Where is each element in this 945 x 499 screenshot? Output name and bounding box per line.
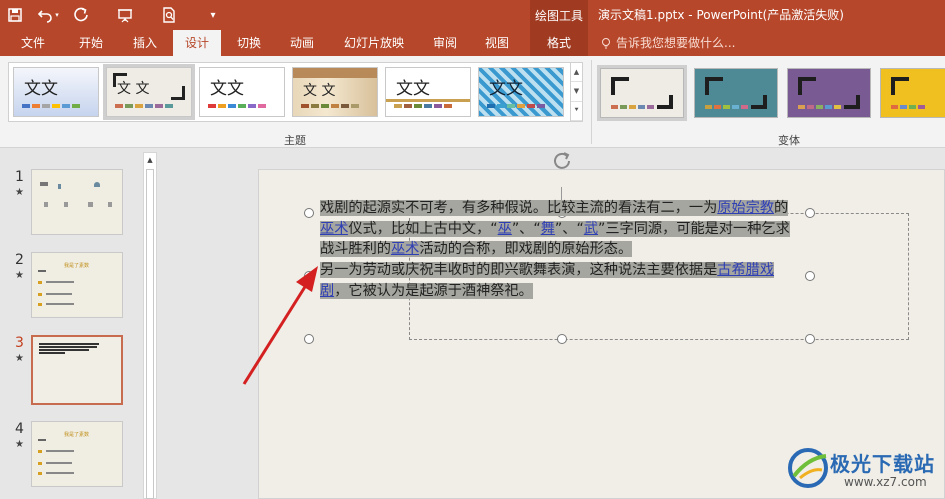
hyperlink[interactable]: 巫术 xyxy=(320,220,349,237)
tab-home[interactable]: 开始 xyxy=(70,30,112,56)
drawing-tools-context-label: 绘图工具 xyxy=(530,0,588,30)
star-icon: ★ xyxy=(15,353,24,364)
star-icon: ★ xyxy=(15,439,24,450)
save-icon[interactable] xyxy=(0,0,30,30)
variant-4[interactable] xyxy=(880,68,945,118)
hyperlink[interactable]: 巫 xyxy=(497,220,512,237)
resize-handle-bottom[interactable] xyxy=(557,334,567,344)
tab-format[interactable]: 格式 xyxy=(530,30,588,56)
tab-slideshow[interactable]: 幻灯片放映 xyxy=(338,30,410,56)
theme-office[interactable]: 文文 xyxy=(13,67,99,117)
document-title: 演示文稿1.pptx - PowerPoint(产品激活失败) xyxy=(598,8,844,22)
tab-design[interactable]: 设计 xyxy=(173,30,221,56)
star-icon: ★ xyxy=(15,187,24,198)
slide-thumbnail-1[interactable] xyxy=(31,169,123,235)
title-bar: ▾ ▾ 绘图工具 演示文稿1.pptx - PowerPoint(产品激活失败) xyxy=(0,0,945,30)
theme-sample-text: 文 文 xyxy=(117,81,150,97)
variant-3[interactable] xyxy=(787,68,871,118)
slide-thumb-title: 我是了素数 xyxy=(64,263,90,269)
gallery-more-icon[interactable]: ⯆ xyxy=(571,102,582,121)
resize-handle-top-right[interactable] xyxy=(805,208,815,218)
hyperlink[interactable]: 舞 xyxy=(540,220,555,237)
text-run: 活动的合称，即戏剧的原始形态。 xyxy=(419,241,633,258)
theme-pattern[interactable]: 文文 xyxy=(478,67,564,117)
slide-number: 1 xyxy=(15,169,24,185)
text-run: 另一为劳动或庆祝丰收时的即兴歌舞表演，这种说法主要依据是 xyxy=(320,262,718,279)
resize-handle-top-left[interactable] xyxy=(304,208,314,218)
tab-file[interactable]: 文件 xyxy=(12,30,54,56)
ribbon-separator xyxy=(591,60,592,144)
themes-gallery: 文文 文 文 文文 文 文 文文 文文 ▲ ▼ ⯆ xyxy=(8,62,583,122)
watermark-logo-icon xyxy=(788,448,828,488)
watermark-name: 极光下载站 xyxy=(830,452,935,476)
theme-plain[interactable]: 文文 xyxy=(199,67,285,117)
gallery-scroll: ▲ ▼ ⯆ xyxy=(570,63,582,121)
resize-handle-right[interactable] xyxy=(805,271,815,281)
hyperlink[interactable]: 武 xyxy=(583,220,599,237)
slide-number: 2 xyxy=(15,252,24,268)
slide-thumb-row-2[interactable]: 2 ★ 我是了素数 xyxy=(0,252,140,322)
themes-group-label: 主题 xyxy=(284,134,306,147)
tab-animations[interactable]: 动画 xyxy=(281,30,323,56)
tab-transitions[interactable]: 切换 xyxy=(228,30,270,56)
variants-group-label: 变体 xyxy=(778,134,800,147)
quick-access-toolbar: ▾ ▾ xyxy=(0,0,228,30)
tab-insert[interactable]: 插入 xyxy=(124,30,166,56)
slide-thumbnail-2[interactable]: 我是了素数 xyxy=(31,252,123,318)
slide-thumb-row-4[interactable]: 4 ★ 我是了素数 xyxy=(0,421,140,491)
text-run: 戏剧的起源实不可考，有多种假说。比较主流的看法有二，一为 xyxy=(320,200,718,216)
thumbnail-scrollbar[interactable]: ▲ xyxy=(143,152,157,499)
slide-number: 4 xyxy=(15,421,24,437)
slide-thumb-row-1[interactable]: 1 ★ xyxy=(0,169,140,239)
slide-number: 3 xyxy=(15,335,24,351)
redo-icon[interactable] xyxy=(66,0,96,30)
slide-thumb-title: 我是了素数 xyxy=(64,432,90,438)
theme-wood[interactable]: 文 文 xyxy=(292,67,378,117)
slide-thumbnail-4[interactable]: 我是了素数 xyxy=(31,421,123,487)
start-from-beginning-icon[interactable] xyxy=(110,0,140,30)
theme-sample-text: 文文 xyxy=(24,79,58,99)
rotate-handle-icon[interactable] xyxy=(552,150,572,170)
hyperlink[interactable]: 原始宗教 xyxy=(717,200,775,216)
design-ribbon: 文文 文 文 文文 文 文 文文 文文 ▲ ▼ ⯆ 主题 变体 xyxy=(0,56,945,148)
theme-sample-text: 文文 xyxy=(210,79,244,99)
annotation-arrow-icon xyxy=(242,266,318,385)
slide-thumb-row-3[interactable]: 3 ★ xyxy=(0,335,140,405)
lightbulb-icon xyxy=(602,38,610,49)
tell-me-text: 告诉我您想要做什么... xyxy=(616,36,736,50)
tell-me-box[interactable]: 告诉我您想要做什么... xyxy=(600,30,735,56)
slide-thumbnail-pane: 1 ★ 2 ★ 我是了素数 3 ★ 4 ★ 我是了素数 ▲ xyxy=(0,149,162,499)
undo-icon[interactable]: ▾ xyxy=(30,0,66,30)
tab-review[interactable]: 审阅 xyxy=(424,30,466,56)
text-run: 的 xyxy=(774,200,789,216)
theme-clean[interactable]: 文文 xyxy=(385,67,471,117)
text-run: ”、“ xyxy=(554,220,584,237)
resize-handle-bottom-right[interactable] xyxy=(805,334,815,344)
text-run: ，它被认为是起源于酒神祭祀。 xyxy=(334,282,533,299)
tab-view[interactable]: 视图 xyxy=(476,30,518,56)
theme-sample-text: 文文 xyxy=(489,79,523,99)
customize-qat-icon[interactable]: ▾ xyxy=(198,0,228,30)
slide-thumbnail-3[interactable] xyxy=(31,335,123,405)
text-run: 仪式，比如上古中文，“ xyxy=(348,220,498,237)
ribbon-tabs: 文件 开始 插入 设计 切换 动画 幻灯片放映 审阅 视图 格式 告诉我您想要做… xyxy=(0,30,945,56)
slide-body-text[interactable]: 戏剧的起源实不可考，有多种假说。比较主流的看法有二，一为原始宗教的巫术仪式，比如… xyxy=(320,198,802,302)
text-run: ”、“ xyxy=(511,220,541,237)
scrollbar-thumb[interactable] xyxy=(146,169,154,499)
variant-1[interactable] xyxy=(597,65,687,121)
gallery-up-icon[interactable]: ▲ xyxy=(571,63,582,83)
site-watermark: 极光下载站 www.xz7.com xyxy=(786,444,945,499)
print-preview-icon[interactable] xyxy=(154,0,184,30)
variant-2[interactable] xyxy=(694,68,778,118)
hyperlink[interactable]: 巫术 xyxy=(390,241,420,258)
watermark-url: www.xz7.com xyxy=(844,475,927,489)
theme-sample-text: 文 文 xyxy=(303,83,336,99)
star-icon: ★ xyxy=(15,270,24,281)
theme-frame[interactable]: 文 文 xyxy=(103,64,195,120)
scroll-up-icon[interactable]: ▲ xyxy=(144,153,156,167)
theme-sample-text: 文文 xyxy=(396,79,430,99)
gallery-down-icon[interactable]: ▼ xyxy=(571,82,582,102)
